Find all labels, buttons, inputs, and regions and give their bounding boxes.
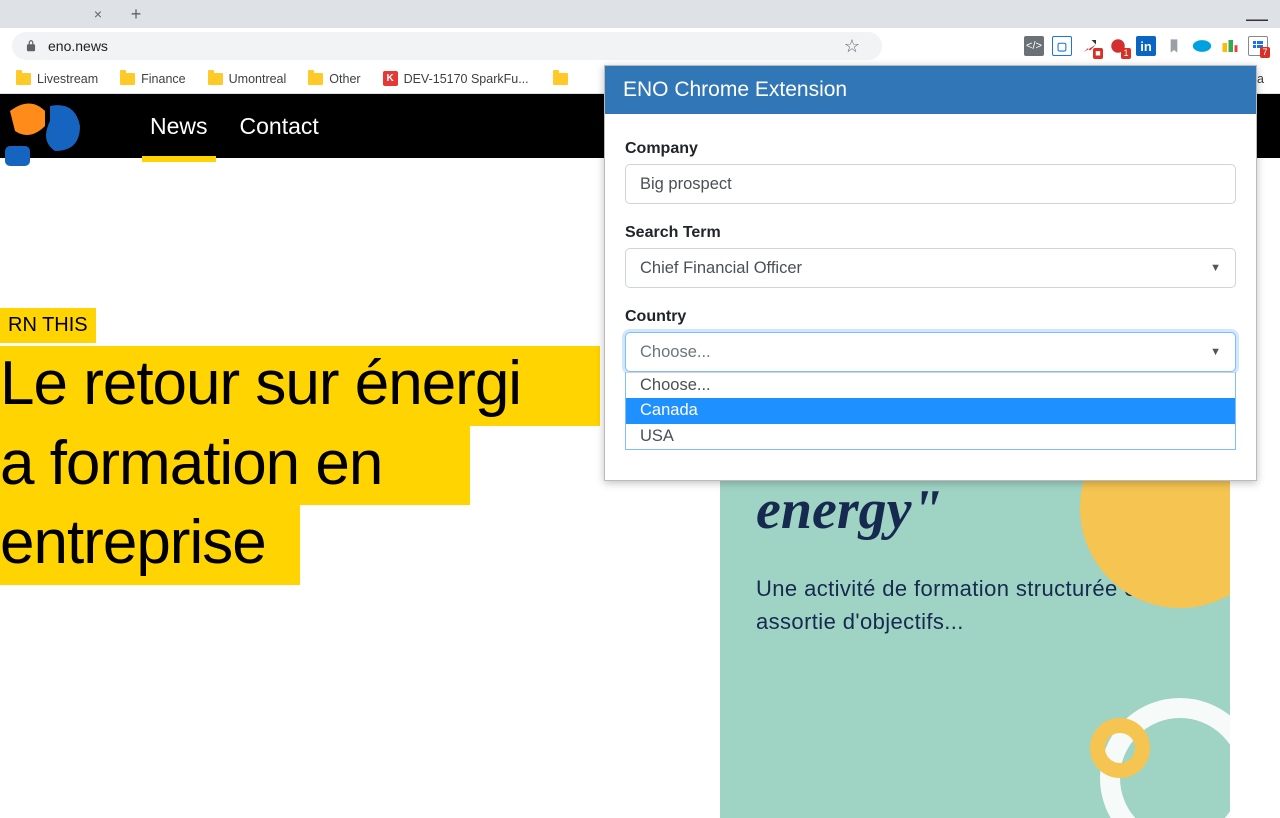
- nav-news[interactable]: News: [150, 97, 208, 156]
- country-placeholder: Choose...: [640, 343, 711, 362]
- ribbon-label: RN THIS: [0, 308, 96, 343]
- extension-icon-4[interactable]: 1: [1108, 36, 1128, 56]
- bookmark-folder-6[interactable]: [553, 73, 568, 85]
- address-bar[interactable]: eno.news ☆: [12, 32, 882, 60]
- site-logo[interactable]: [0, 94, 110, 178]
- badge: 7: [1260, 47, 1270, 58]
- extension-popup: ENO Chrome Extension Company Search Term…: [604, 65, 1257, 481]
- app-icon: K: [383, 71, 398, 86]
- folder-icon: [308, 73, 323, 85]
- extension-icon-8[interactable]: [1220, 36, 1240, 56]
- url-text: eno.news: [48, 38, 108, 54]
- country-dropdown: Choose... Canada USA: [625, 372, 1236, 450]
- extension-icon-6[interactable]: [1164, 36, 1184, 56]
- bookmark-finance[interactable]: Finance: [120, 72, 185, 86]
- extension-icons: </> ▢ ■ 1 in 7: [1024, 36, 1268, 56]
- new-tab-button[interactable]: +: [124, 2, 148, 26]
- folder-icon: [553, 73, 568, 85]
- company-input[interactable]: [625, 164, 1236, 204]
- caret-down-icon: ▼: [1210, 262, 1221, 274]
- extension-icon-9[interactable]: 7: [1248, 36, 1268, 56]
- browser-tab-strip: × + —: [0, 0, 1280, 28]
- search-term-value: Chief Financial Officer: [640, 259, 802, 278]
- folder-icon: [120, 73, 135, 85]
- folder-icon: [16, 73, 31, 85]
- country-option-usa[interactable]: USA: [626, 424, 1235, 449]
- bookmark-umontreal[interactable]: Umontreal: [208, 72, 287, 86]
- linkedin-icon[interactable]: in: [1136, 36, 1156, 56]
- devtools-icon[interactable]: </>: [1024, 36, 1044, 56]
- extension-icon-3[interactable]: ■: [1080, 36, 1100, 56]
- search-term-label: Search Term: [625, 224, 1236, 242]
- company-label: Company: [625, 140, 1236, 158]
- headline: Le retour sur énergi a formation en entr…: [0, 346, 600, 585]
- search-term-select[interactable]: Chief Financial Officer ▼: [625, 248, 1236, 288]
- feature-card: energy" Une activité de formation struct…: [720, 448, 1230, 818]
- address-bar-row: eno.news ☆ </> ▢ ■ 1 in 7: [0, 28, 1280, 64]
- country-option-canada[interactable]: Canada: [626, 398, 1235, 423]
- headline-line-3: entreprise: [0, 505, 300, 585]
- country-select[interactable]: Choose... ▼: [625, 332, 1236, 372]
- badge: ■: [1093, 48, 1103, 59]
- bookmark-dev[interactable]: KDEV-15170 SparkFu...: [383, 71, 529, 86]
- bookmark-other[interactable]: Other: [308, 72, 360, 86]
- bookmark-star-icon[interactable]: ☆: [844, 36, 860, 57]
- extension-header: ENO Chrome Extension: [605, 66, 1256, 114]
- decoration-ring-small: [1090, 718, 1150, 778]
- window-minimize-button[interactable]: —: [1246, 6, 1268, 32]
- nav-contact[interactable]: Contact: [240, 97, 319, 156]
- caret-down-icon: ▼: [1210, 346, 1221, 358]
- extension-icon-2[interactable]: ▢: [1052, 36, 1072, 56]
- lock-icon: [24, 39, 38, 53]
- bookmark-livestream[interactable]: Livestream: [16, 72, 98, 86]
- extension-body: Company Search Term Chief Financial Offi…: [605, 114, 1256, 480]
- tab-close-button[interactable]: ×: [90, 6, 106, 22]
- salesforce-icon[interactable]: [1192, 36, 1212, 56]
- badge: 1: [1121, 48, 1131, 59]
- country-label: Country: [625, 308, 1236, 326]
- headline-line-2: a formation en: [0, 426, 470, 506]
- folder-icon: [208, 73, 223, 85]
- country-option-choose[interactable]: Choose...: [626, 373, 1235, 398]
- headline-line-1: Le retour sur énergi: [0, 346, 600, 426]
- logo-icon: [0, 96, 110, 176]
